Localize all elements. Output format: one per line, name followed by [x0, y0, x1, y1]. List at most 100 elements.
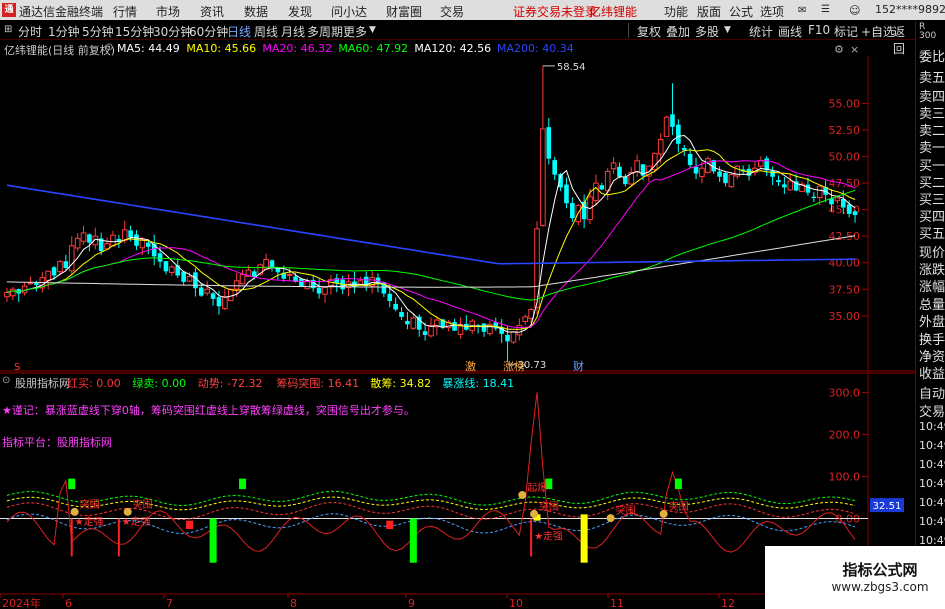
- date-tick-label: 2024年: [2, 596, 41, 609]
- settings-icon[interactable]: ⊙: [105, 42, 113, 53]
- candle-body-down: [764, 158, 770, 171]
- candle-body-down: [269, 260, 275, 267]
- candle-body-up: [663, 116, 670, 137]
- menu-faxian[interactable]: 发现: [288, 3, 312, 20]
- candle-body-down: [546, 127, 552, 159]
- candle-body-down: [387, 293, 393, 301]
- phone-number[interactable]: 152****9892: [875, 3, 945, 16]
- candle-body-up: [657, 139, 664, 155]
- candle-body-up: [57, 261, 63, 273]
- tool-diejia[interactable]: 叠加: [666, 23, 690, 40]
- period-more[interactable]: 更多: [343, 23, 367, 40]
- gear-icon[interactable]: ⚙: [834, 43, 844, 56]
- ma20-line: [6, 159, 856, 329]
- candle-body-down: [505, 334, 510, 342]
- kline-chart-area[interactable]: 55.0052.5050.0047.5045.0042.5040.0037.50…: [0, 41, 915, 609]
- menu-icon[interactable]: ☰: [821, 4, 830, 15]
- candle-body-up: [699, 167, 705, 178]
- date-tick-label: 6: [65, 597, 72, 609]
- signal-bar: [239, 478, 247, 490]
- period-60min[interactable]: 60分钟: [189, 23, 228, 40]
- user-icon[interactable]: ☺: [849, 4, 860, 17]
- duogu-chevron-icon[interactable]: ▼: [724, 25, 731, 35]
- candle-body-up: [27, 282, 34, 285]
- date-tick-label: 10: [509, 597, 523, 609]
- period-fenshi[interactable]: 分时: [18, 23, 42, 40]
- candle-body-up: [233, 280, 240, 290]
- indicator-toggle-icon[interactable]: ⊙: [2, 375, 10, 386]
- menu-gongneng[interactable]: 功能: [664, 3, 688, 20]
- tool-f10[interactable]: F10: [808, 23, 830, 37]
- candle-body-up: [534, 228, 540, 308]
- period-month[interactable]: 月线: [281, 23, 305, 40]
- quote-sell1: 卖一: [919, 141, 945, 156]
- coin-icon: [530, 509, 539, 518]
- ma5-line: [6, 134, 856, 333]
- period-day[interactable]: 日线: [227, 23, 251, 40]
- period-week[interactable]: 周线: [254, 23, 278, 40]
- period-1min[interactable]: 1分钟: [48, 23, 80, 40]
- tool-zixuan[interactable]: +自选: [861, 23, 895, 40]
- period-15min[interactable]: 15分钟: [115, 23, 154, 40]
- period-30min[interactable]: 30分钟: [153, 23, 192, 40]
- date-tick-label: 8: [290, 597, 297, 609]
- tool-fuquan[interactable]: 复权: [637, 23, 661, 40]
- app-name: 通达信金融终端: [19, 5, 104, 19]
- more-chevron-icon[interactable]: ▼: [369, 25, 376, 35]
- menu-shuju[interactable]: 数据: [244, 3, 268, 20]
- app-logo-icon: 通: [2, 3, 16, 17]
- candle-body-down: [145, 242, 151, 247]
- menu-zixun[interactable]: 资讯: [200, 3, 224, 20]
- candle-body-up: [834, 197, 841, 202]
- event-marker: 激: [465, 359, 476, 373]
- tool-huaxian[interactable]: 画线: [778, 23, 802, 40]
- auto-trade[interactable]: 自动: [919, 383, 945, 402]
- period-5min[interactable]: 5分钟: [82, 23, 114, 40]
- indicator-title[interactable]: 股朋指标网: [15, 375, 70, 391]
- menu-caifuquan[interactable]: 财富圈: [386, 3, 422, 20]
- tool-duogu[interactable]: 多股: [695, 23, 719, 40]
- ma-legend-item: MA60: 47.92: [338, 42, 409, 55]
- close-icon[interactable]: ×: [850, 43, 859, 56]
- price-tick-label: 50.00: [829, 151, 861, 164]
- candle-body-up: [45, 270, 51, 281]
- candle-body-down: [299, 278, 304, 287]
- quote-outer: 外盘: [919, 315, 945, 330]
- menu-wenxiaoda[interactable]: 问小达: [331, 3, 367, 20]
- candle-body-up: [540, 128, 546, 227]
- menu-banmian[interactable]: 版面: [697, 3, 721, 20]
- tick-time: 10:49: [919, 420, 945, 433]
- login-status[interactable]: 证券交易未登录: [513, 3, 597, 20]
- date-tick-label: 11: [610, 597, 624, 609]
- indicator-note: ★谨记：暴涨蓝虚线下穿0轴，筹码突围红虚线上穿散筹绿虚线，突围信号出才参与。: [2, 404, 415, 417]
- watermark-title: 指标公式网: [842, 561, 918, 579]
- menu-xuanxiang[interactable]: 选项: [760, 3, 784, 20]
- period-multi[interactable]: 多周期: [307, 23, 343, 40]
- tool-biaoji[interactable]: 标记: [834, 23, 858, 40]
- candle-body-down: [399, 312, 404, 317]
- coin-icon: [659, 509, 668, 518]
- candle-body-down: [676, 124, 681, 144]
- ma-legend-item: MA10: 45.66: [186, 42, 257, 55]
- menu-gongshi[interactable]: 公式: [729, 3, 753, 20]
- mail-icon[interactable]: ✉: [798, 5, 806, 16]
- high-price-label: 58.54: [557, 62, 586, 73]
- candle-body-down: [846, 204, 852, 214]
- quote-sell5: 卖五: [919, 71, 945, 86]
- menu-jiaoyi[interactable]: 交易: [440, 3, 464, 20]
- candle-body-up: [522, 316, 529, 322]
- trade-label[interactable]: 交易: [919, 401, 945, 420]
- expand-icon[interactable]: ⊞: [4, 24, 12, 35]
- indicator-legend-item: 筹码突围: 16.41: [276, 377, 360, 390]
- menu-hangqing[interactable]: 行情: [113, 3, 137, 20]
- menu-shichang[interactable]: 市场: [156, 3, 180, 20]
- candle-body-down: [776, 180, 781, 183]
- current-value-label: 32.51: [873, 501, 902, 512]
- candle-body-up: [728, 174, 735, 188]
- chart-title[interactable]: 亿纬锂能(日线 前复权): [4, 42, 115, 58]
- signal-bar: [186, 520, 194, 530]
- candle-body-up: [286, 273, 293, 276]
- tool-tongji[interactable]: 统计: [749, 23, 773, 40]
- title-bar: 通 通达信金融终端 行情 市场 资讯 数据 发现 问小达 财富圈 交易 证券交易…: [0, 0, 945, 20]
- candle-body-up: [4, 291, 10, 298]
